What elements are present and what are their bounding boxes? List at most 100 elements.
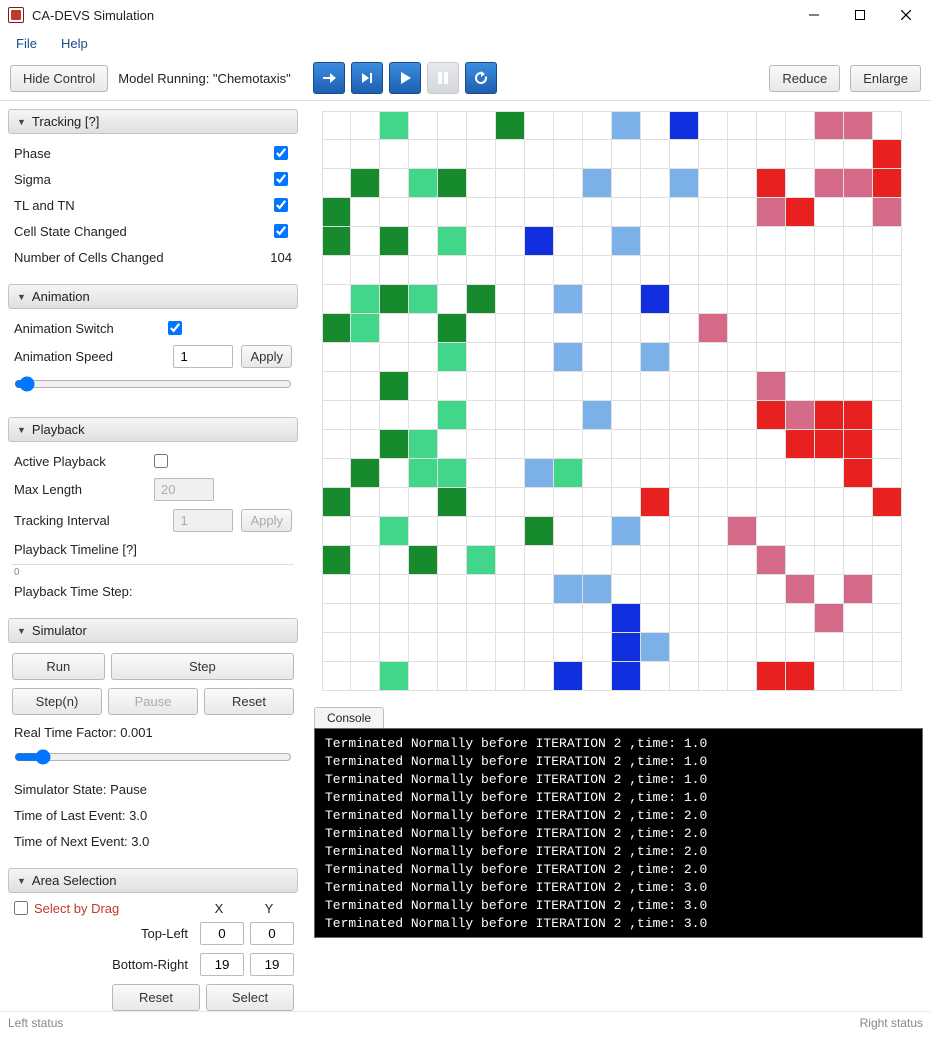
grid-cell[interactable]	[351, 198, 380, 227]
grid-cell[interactable]	[467, 140, 496, 169]
grid-cell[interactable]	[844, 459, 873, 488]
grid-cell[interactable]	[815, 140, 844, 169]
grid-cell[interactable]	[438, 546, 467, 575]
grid-cell[interactable]	[525, 633, 554, 662]
grid-cell[interactable]	[728, 198, 757, 227]
grid-cell[interactable]	[612, 256, 641, 285]
grid-cell[interactable]	[438, 256, 467, 285]
grid-cell[interactable]	[786, 430, 815, 459]
grid-cell[interactable]	[757, 575, 786, 604]
grid-cell[interactable]	[525, 546, 554, 575]
pause-icon[interactable]	[427, 62, 459, 94]
arrow-right-icon[interactable]	[313, 62, 345, 94]
grid-cell[interactable]	[612, 430, 641, 459]
grid-cell[interactable]	[641, 604, 670, 633]
grid-cell[interactable]	[757, 662, 786, 691]
grid-cell[interactable]	[583, 314, 612, 343]
grid-cell[interactable]	[873, 111, 902, 140]
grid-cell[interactable]	[554, 401, 583, 430]
grid-cell[interactable]	[322, 459, 351, 488]
grid-cell[interactable]	[322, 517, 351, 546]
grid-cell[interactable]	[815, 401, 844, 430]
grid-cell[interactable]	[815, 517, 844, 546]
panel-area-header[interactable]: ▼Area Selection	[8, 868, 298, 893]
grid-cell[interactable]	[699, 517, 728, 546]
grid-cell[interactable]	[728, 343, 757, 372]
grid-cell[interactable]	[351, 285, 380, 314]
grid-cell[interactable]	[409, 517, 438, 546]
grid-cell[interactable]	[641, 140, 670, 169]
grid-cell[interactable]	[844, 343, 873, 372]
grid-cell[interactable]	[583, 140, 612, 169]
grid-cell[interactable]	[554, 285, 583, 314]
grid-cell[interactable]	[815, 343, 844, 372]
grid-cell[interactable]	[554, 575, 583, 604]
grid-cell[interactable]	[815, 459, 844, 488]
grid-cell[interactable]	[496, 198, 525, 227]
grid-cell[interactable]	[641, 111, 670, 140]
grid-cell[interactable]	[554, 314, 583, 343]
grid-cell[interactable]	[525, 256, 554, 285]
grid-cell[interactable]	[351, 604, 380, 633]
grid-cell[interactable]	[467, 111, 496, 140]
grid-cell[interactable]	[496, 227, 525, 256]
grid-cell[interactable]	[873, 343, 902, 372]
maximize-button[interactable]	[837, 0, 883, 30]
grid-cell[interactable]	[351, 575, 380, 604]
grid-cell[interactable]	[873, 169, 902, 198]
grid-cell[interactable]	[409, 604, 438, 633]
grid-cell[interactable]	[583, 662, 612, 691]
grid-cell[interactable]	[525, 488, 554, 517]
grid-cell[interactable]	[409, 430, 438, 459]
tracking-cellstate-checkbox[interactable]	[274, 224, 288, 238]
grid-cell[interactable]	[873, 575, 902, 604]
grid-cell[interactable]	[728, 604, 757, 633]
grid-cell[interactable]	[351, 372, 380, 401]
grid-cell[interactable]	[467, 633, 496, 662]
grid-cell[interactable]	[757, 140, 786, 169]
grid-cell[interactable]	[554, 256, 583, 285]
grid-cell[interactable]	[496, 140, 525, 169]
grid-cell[interactable]	[757, 256, 786, 285]
grid-cell[interactable]	[583, 285, 612, 314]
grid-cell[interactable]	[699, 256, 728, 285]
grid-cell[interactable]	[496, 285, 525, 314]
grid-cell[interactable]	[728, 111, 757, 140]
grid-cell[interactable]	[438, 372, 467, 401]
grid-cell[interactable]	[844, 575, 873, 604]
grid-cell[interactable]	[409, 546, 438, 575]
menu-help[interactable]: Help	[51, 33, 98, 54]
grid-cell[interactable]	[438, 575, 467, 604]
grid-cell[interactable]	[438, 314, 467, 343]
grid-cell[interactable]	[438, 227, 467, 256]
grid-cell[interactable]	[699, 227, 728, 256]
grid-cell[interactable]	[786, 517, 815, 546]
grid-cell[interactable]	[612, 604, 641, 633]
grid-cell[interactable]	[496, 633, 525, 662]
grid-cell[interactable]	[409, 111, 438, 140]
grid-cell[interactable]	[641, 546, 670, 575]
menu-file[interactable]: File	[6, 33, 47, 54]
grid-cell[interactable]	[438, 401, 467, 430]
grid-cell[interactable]	[728, 227, 757, 256]
grid-cell[interactable]	[844, 169, 873, 198]
grid-cell[interactable]	[670, 256, 699, 285]
grid-cell[interactable]	[496, 430, 525, 459]
grid-cell[interactable]	[670, 633, 699, 662]
grid-cell[interactable]	[409, 140, 438, 169]
grid-cell[interactable]	[728, 372, 757, 401]
grid-cell[interactable]	[815, 430, 844, 459]
grid-cell[interactable]	[496, 488, 525, 517]
grid-cell[interactable]	[612, 575, 641, 604]
grid-cell[interactable]	[844, 256, 873, 285]
grid-cell[interactable]	[438, 633, 467, 662]
grid-cell[interactable]	[351, 488, 380, 517]
grid-cell[interactable]	[786, 372, 815, 401]
animation-apply-button[interactable]: Apply	[241, 345, 292, 368]
grid-cell[interactable]	[409, 227, 438, 256]
grid-cell[interactable]	[380, 285, 409, 314]
grid-cell[interactable]	[699, 169, 728, 198]
grid-cell[interactable]	[757, 111, 786, 140]
grid-cell[interactable]	[699, 546, 728, 575]
grid-cell[interactable]	[757, 430, 786, 459]
